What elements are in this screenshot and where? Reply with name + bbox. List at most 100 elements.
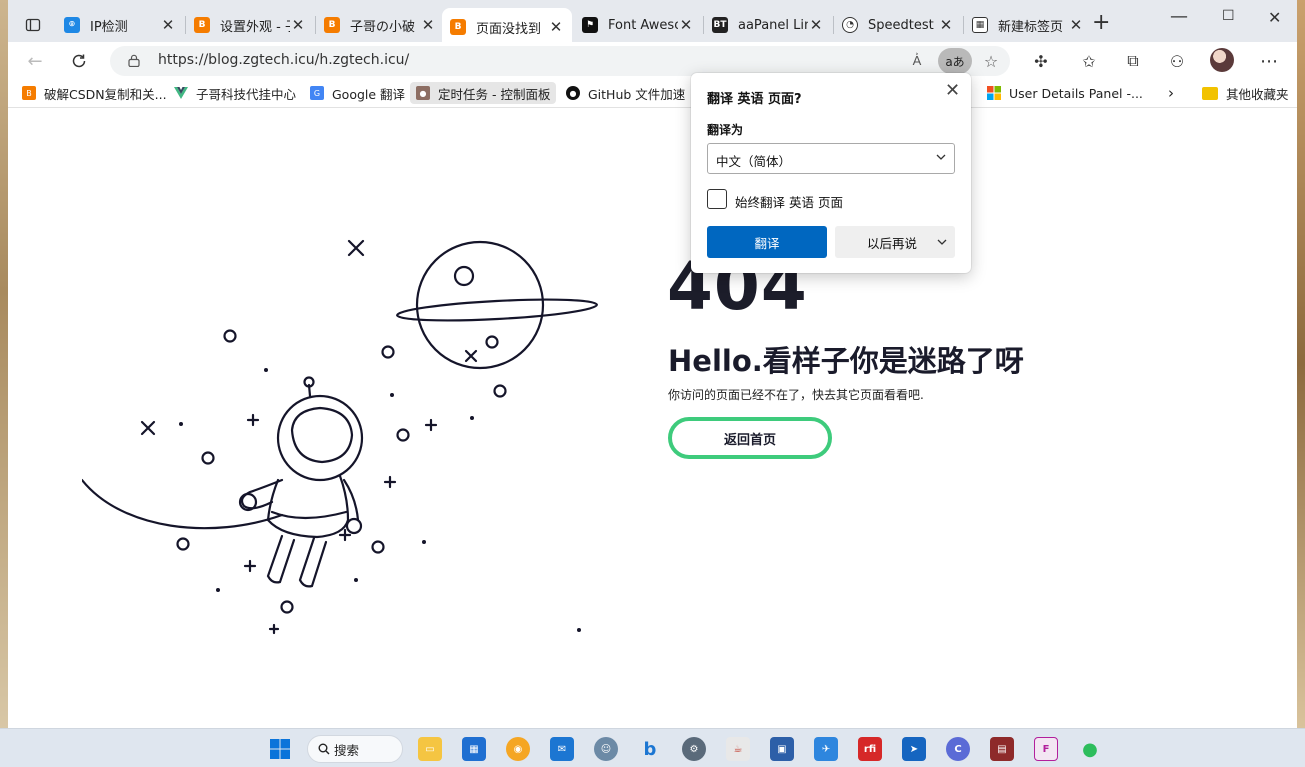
rfi-icon[interactable]: rfi bbox=[858, 737, 882, 761]
selected-language: 中文（简体） bbox=[716, 154, 792, 169]
tab-ip-check[interactable]: ⌾ IP检测 ✕ bbox=[56, 8, 184, 42]
tab-new-tab[interactable]: ▦ 新建标签页 ✕ bbox=[964, 8, 1092, 42]
close-icon[interactable]: ✕ bbox=[160, 16, 176, 34]
github-icon: ● bbox=[566, 86, 580, 100]
translate-button[interactable]: 翻译 bbox=[707, 226, 827, 258]
tab-font-awesome[interactable]: ⚑ Font Awesome ✕ bbox=[574, 8, 702, 42]
bookmark-label: 定时任务 - 控制面板 bbox=[438, 86, 551, 102]
newtab-icon: ▦ bbox=[972, 17, 988, 33]
bing-icon[interactable]: b bbox=[638, 737, 662, 761]
tab-title: 页面没找到 bbox=[476, 21, 542, 37]
mail-icon[interactable]: ✉ bbox=[550, 737, 574, 761]
back-home-button[interactable]: 返回首页 bbox=[668, 417, 832, 459]
bookmark-item[interactable]: ● 定时任务 - 控制面板 bbox=[410, 82, 557, 104]
font-app-icon[interactable]: F bbox=[1034, 737, 1058, 761]
windows-start-icon[interactable] bbox=[268, 737, 292, 761]
tab-title: 子哥の小破 bbox=[350, 19, 416, 35]
browser-window: ⌾ IP检测 ✕ B 设置外观 - 子 ✕ B 子哥の小破 ✕ B 页面没找到 … bbox=[8, 0, 1297, 728]
tab-zige-blog[interactable]: B 子哥の小破 ✕ bbox=[316, 8, 444, 42]
close-icon[interactable]: ✕ bbox=[938, 16, 954, 34]
microsoft-icon bbox=[987, 86, 1001, 100]
cow-icon: ● bbox=[416, 86, 430, 100]
taskbar-search[interactable]: 搜索 bbox=[307, 735, 403, 763]
google-translate-icon: G bbox=[310, 86, 324, 100]
dingtalk-icon[interactable]: ➤ bbox=[902, 737, 926, 761]
later-button[interactable]: 以后再说 bbox=[835, 226, 955, 258]
close-icon[interactable]: ✕ bbox=[678, 16, 694, 34]
close-icon[interactable]: ✕ bbox=[945, 80, 960, 101]
tab-speedtest[interactable]: ◔ Speedtest C ✕ bbox=[834, 8, 962, 42]
maximize-icon[interactable]: ☐ bbox=[1222, 8, 1235, 24]
read-aloud-icon[interactable]: A͐ bbox=[908, 52, 926, 70]
page-subtitle: 你访问的页面已经不在了，快去其它页面看看吧. bbox=[668, 388, 924, 402]
minimize-icon[interactable]: — bbox=[1170, 6, 1188, 27]
tab-strip: ⌾ IP检测 ✕ B 设置外观 - 子 ✕ B 子哥の小破 ✕ B 页面没找到 … bbox=[8, 0, 1297, 46]
window-close-icon[interactable]: ✕ bbox=[1268, 8, 1281, 27]
back-arrow-icon[interactable]: ← bbox=[22, 48, 48, 74]
address-bar[interactable]: https://blog.zgtech.icu/h.zgtech.icu/ A͐… bbox=[110, 46, 1010, 76]
always-translate-label[interactable]: 始终翻译 英语 页面 bbox=[735, 192, 843, 211]
tab-actions-icon[interactable] bbox=[20, 12, 46, 38]
browser-c-icon[interactable]: C bbox=[946, 737, 970, 761]
desktop-wallpaper-left bbox=[0, 0, 8, 728]
always-translate-checkbox[interactable] bbox=[707, 189, 727, 209]
close-icon[interactable]: ✕ bbox=[290, 16, 306, 34]
more-menu-icon[interactable]: ⋯ bbox=[1258, 50, 1280, 72]
blogger-icon: B bbox=[450, 19, 466, 35]
bookmark-folder[interactable]: 其他收藏夹 bbox=[1202, 82, 1289, 104]
translate-icon[interactable]: aあ bbox=[938, 48, 972, 74]
avatar-app-icon[interactable]: ☺ bbox=[594, 737, 618, 761]
blogger-icon: B bbox=[324, 17, 340, 33]
remote-desktop-icon[interactable]: ▣ bbox=[770, 737, 794, 761]
tab-page-not-found[interactable]: B 页面没找到 ✕ bbox=[442, 8, 572, 46]
extensions-icon[interactable]: ✣ bbox=[1030, 50, 1052, 72]
bookmark-label: 其他收藏夹 bbox=[1226, 86, 1289, 102]
close-icon[interactable]: ✕ bbox=[420, 16, 436, 34]
lock-icon[interactable] bbox=[128, 54, 140, 67]
store-icon[interactable]: ▦ bbox=[462, 737, 486, 761]
refresh-icon[interactable] bbox=[66, 48, 92, 74]
popup-title: 翻译 英语 页面? bbox=[707, 92, 802, 107]
settings-gear-icon[interactable]: ⚙ bbox=[682, 737, 706, 761]
favorites-icon[interactable]: ✩ bbox=[1078, 50, 1100, 72]
url-text[interactable]: https://blog.zgtech.icu/h.zgtech.icu/ bbox=[158, 52, 409, 68]
chrome-canary-icon[interactable]: ◉ bbox=[506, 737, 530, 761]
winrar-icon[interactable]: ▤ bbox=[990, 737, 1014, 761]
close-icon[interactable]: ✕ bbox=[548, 18, 564, 36]
chevron-down-icon[interactable] bbox=[937, 237, 947, 247]
translate-to-label: 翻译为 bbox=[707, 123, 744, 137]
file-explorer-icon[interactable]: ▭ bbox=[418, 737, 442, 761]
tab-aapanel[interactable]: BT aaPanel Linux ✕ bbox=[704, 8, 832, 42]
bookmark-label: 破解CSDN复制和关... bbox=[44, 86, 167, 102]
new-tab-button[interactable]: + bbox=[1092, 12, 1110, 34]
bt-icon: BT bbox=[712, 17, 728, 33]
tab-settings-appearance[interactable]: B 设置外观 - 子 ✕ bbox=[186, 8, 314, 42]
chevron-right-icon[interactable]: › bbox=[1168, 82, 1174, 104]
search-icon bbox=[318, 743, 330, 755]
tab-title: Font Awesome bbox=[608, 17, 678, 33]
tab-title: Speedtest C bbox=[868, 17, 938, 33]
add-favorite-icon[interactable]: ☆ bbox=[982, 52, 1000, 71]
collections-icon[interactable]: ⧉ bbox=[1122, 50, 1144, 72]
close-icon[interactable]: ✕ bbox=[808, 16, 824, 34]
blogger-icon: B bbox=[22, 86, 36, 100]
bookmark-item[interactable]: G Google 翻译 bbox=[310, 82, 405, 104]
bookmark-item[interactable]: B 破解CSDN复制和关... bbox=[22, 82, 167, 104]
close-icon[interactable]: ✕ bbox=[1068, 16, 1084, 34]
bookmark-item[interactable]: User Details Panel -... bbox=[987, 82, 1143, 104]
avatar[interactable] bbox=[1210, 48, 1234, 72]
feishu-icon[interactable]: ✈ bbox=[814, 737, 838, 761]
bookmark-item[interactable]: 子哥科技代挂中心 bbox=[174, 82, 296, 104]
bookmark-item[interactable]: ● GitHub 文件加速 bbox=[566, 82, 685, 104]
bookmark-label: User Details Panel -... bbox=[1009, 85, 1143, 101]
profile-sync-icon[interactable]: ⚇ bbox=[1166, 50, 1188, 72]
tab-title: 设置外观 - 子 bbox=[220, 19, 290, 35]
later-button-label: 以后再说 bbox=[867, 235, 918, 251]
folder-icon bbox=[1202, 86, 1218, 100]
tab-title: 新建标签页 bbox=[998, 19, 1064, 35]
java-icon[interactable]: ☕ bbox=[726, 737, 750, 761]
browser-toolbar: ← https://blog.zgtech.icu/h.zgtech.icu/ … bbox=[8, 42, 1297, 78]
wechat-icon[interactable]: ● bbox=[1078, 737, 1102, 761]
flag-icon: ⚑ bbox=[582, 17, 598, 33]
language-select[interactable]: 中文（简体） bbox=[707, 143, 955, 174]
